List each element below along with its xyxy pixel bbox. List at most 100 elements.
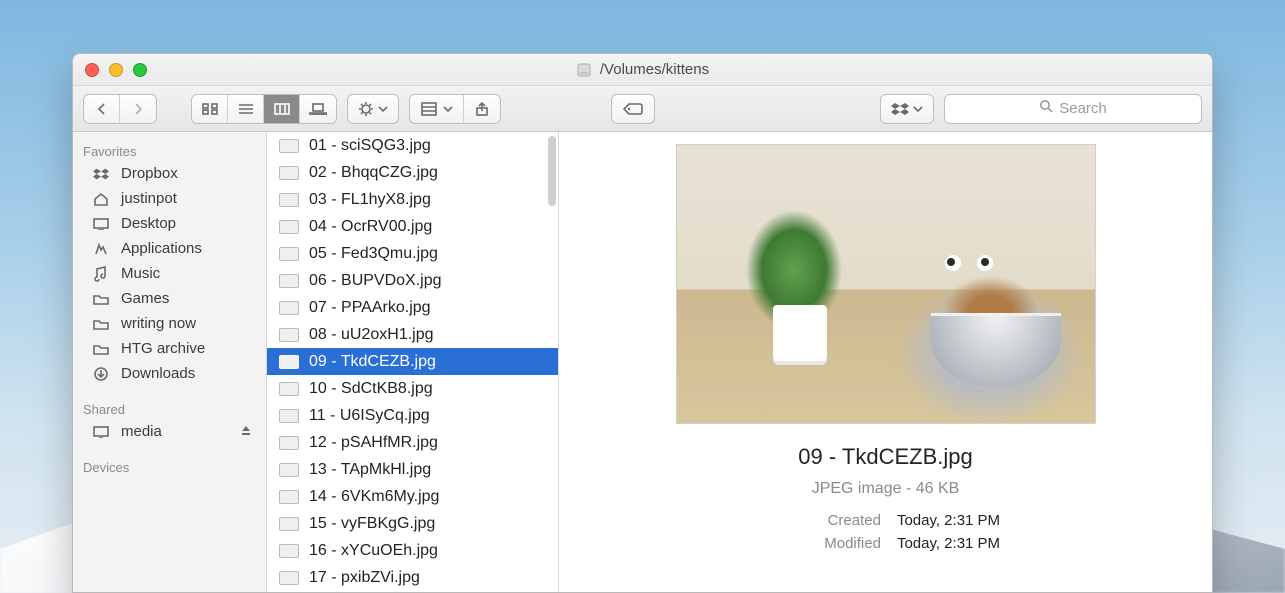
file-row[interactable]: 06 - BUPVDoX.jpg [267, 267, 558, 294]
file-row[interactable]: 12 - pSAHfMR.jpg [267, 429, 558, 456]
sidebar-item-label: Dropbox [121, 165, 178, 182]
arrange-icon [421, 102, 437, 116]
file-thumbnail-icon [279, 463, 299, 477]
sidebar-section-devices: Devices [73, 454, 266, 477]
sidebar-item-label: Applications [121, 240, 202, 257]
dropbox-toolbar-button[interactable] [880, 94, 934, 124]
sidebar-item-dropbox[interactable]: Dropbox [73, 161, 266, 186]
file-row[interactable]: 11 - U6ISyCq.jpg [267, 402, 558, 429]
file-thumbnail-icon [279, 571, 299, 585]
preview-metadata: Created Today, 2:31 PM Modified Today, 2… [771, 512, 1000, 552]
file-row[interactable]: 10 - SdCtKB8.jpg [267, 375, 558, 402]
file-name: 04 - OcrRV00.jpg [309, 218, 432, 236]
folder-icon [91, 318, 111, 330]
action-menu-button[interactable] [347, 94, 399, 124]
applications-icon [91, 242, 111, 256]
scrollbar-thumb[interactable] [548, 136, 556, 206]
file-thumbnail-icon [279, 409, 299, 423]
close-window-button[interactable] [85, 63, 99, 77]
file-name: 06 - BUPVDoX.jpg [309, 272, 442, 290]
sidebar-item-desktop[interactable]: Desktop [73, 211, 266, 236]
finder-window: /Volumes/kittens [72, 53, 1213, 593]
sidebar-item-applications[interactable]: Applications [73, 236, 266, 261]
tag-icon [623, 102, 643, 116]
view-icon-grid[interactable] [192, 95, 228, 123]
file-name: 03 - FL1hyX8.jpg [309, 191, 431, 209]
view-gallery[interactable] [300, 95, 336, 123]
file-name: 17 - pxibZVi.jpg [309, 569, 420, 587]
window-controls [85, 63, 147, 77]
sidebar-item-label: Games [121, 290, 169, 307]
file-name: 15 - vyFBKgG.jpg [309, 515, 435, 533]
file-thumbnail-icon [279, 328, 299, 342]
sidebar: Favorites Dropbox justinpot Desktop Appl… [73, 132, 267, 592]
sidebar-section-shared: Shared [73, 396, 266, 419]
eject-icon[interactable] [240, 423, 252, 440]
sidebar-item-downloads[interactable]: Downloads [73, 361, 266, 386]
back-button[interactable] [84, 95, 120, 123]
file-row[interactable]: 16 - xYCuOEh.jpg [267, 537, 558, 564]
downloads-icon [91, 367, 111, 381]
file-row[interactable]: 04 - OcrRV00.jpg [267, 213, 558, 240]
file-thumbnail-icon [279, 193, 299, 207]
sidebar-item-htg[interactable]: HTG archive [73, 336, 266, 361]
forward-button[interactable] [120, 95, 156, 123]
file-row[interactable]: 03 - FL1hyX8.jpg [267, 186, 558, 213]
file-row[interactable]: 09 - TkdCEZB.jpg [267, 348, 558, 375]
file-name: 01 - sciSQG3.jpg [309, 137, 431, 155]
sidebar-item-label: Downloads [121, 365, 195, 382]
sidebar-item-home[interactable]: justinpot [73, 186, 266, 211]
file-row[interactable]: 05 - Fed3Qmu.jpg [267, 240, 558, 267]
search-field[interactable]: Search [944, 94, 1202, 124]
file-row[interactable]: 01 - sciSQG3.jpg [267, 132, 558, 159]
file-name: 11 - U6ISyCq.jpg [309, 407, 430, 425]
arrange-share-group [409, 94, 501, 124]
preview-image [676, 144, 1096, 424]
dropbox-icon [91, 167, 111, 181]
file-row[interactable]: 14 - 6VKm6My.jpg [267, 483, 558, 510]
file-name: 07 - PPAArko.jpg [309, 299, 431, 317]
file-name: 02 - BhqqCZG.jpg [309, 164, 438, 182]
home-icon [91, 192, 111, 206]
sidebar-item-music[interactable]: Music [73, 261, 266, 286]
file-row[interactable]: 02 - BhqqCZG.jpg [267, 159, 558, 186]
file-thumbnail-icon [279, 274, 299, 288]
file-name: 10 - SdCtKB8.jpg [309, 380, 433, 398]
file-name: 16 - xYCuOEh.jpg [309, 542, 438, 560]
dropbox-icon [891, 102, 909, 116]
minimize-window-button[interactable] [109, 63, 123, 77]
file-row[interactable]: 17 - pxibZVi.jpg [267, 564, 558, 591]
tags-button[interactable] [611, 94, 655, 124]
file-row[interactable]: 15 - vyFBKgG.jpg [267, 510, 558, 537]
view-list[interactable] [228, 95, 264, 123]
view-mode-segment [191, 94, 337, 124]
share-icon [475, 101, 489, 117]
chevron-down-icon [913, 105, 923, 113]
file-thumbnail-icon [279, 355, 299, 369]
file-thumbnail-icon [279, 436, 299, 450]
sidebar-item-label: justinpot [121, 190, 177, 207]
network-icon [91, 426, 111, 438]
preview-pane: 09 - TkdCEZB.jpg JPEG image - 46 KB Crea… [559, 132, 1212, 592]
file-row[interactable]: 08 - uU2oxH1.jpg [267, 321, 558, 348]
sidebar-section-favorites: Favorites [73, 138, 266, 161]
file-thumbnail-icon [279, 220, 299, 234]
arrange-button[interactable] [410, 95, 464, 123]
sidebar-item-media[interactable]: media [73, 419, 266, 444]
share-button[interactable] [464, 95, 500, 123]
window-body: Favorites Dropbox justinpot Desktop Appl… [73, 132, 1212, 592]
sidebar-item-games[interactable]: Games [73, 286, 266, 311]
preview-created-key: Created [771, 512, 881, 529]
file-row[interactable]: 13 - TApMkHl.jpg [267, 456, 558, 483]
folder-icon [91, 343, 111, 355]
music-icon [91, 266, 111, 282]
sidebar-item-label: writing now [121, 315, 196, 332]
folder-icon [91, 293, 111, 305]
sidebar-item-writing[interactable]: writing now [73, 311, 266, 336]
file-name: 09 - TkdCEZB.jpg [309, 353, 436, 371]
sidebar-item-label: HTG archive [121, 340, 205, 357]
zoom-window-button[interactable] [133, 63, 147, 77]
view-columns[interactable] [264, 95, 300, 123]
file-row[interactable]: 07 - PPAArko.jpg [267, 294, 558, 321]
preview-modified-val: Today, 2:31 PM [897, 535, 1000, 552]
